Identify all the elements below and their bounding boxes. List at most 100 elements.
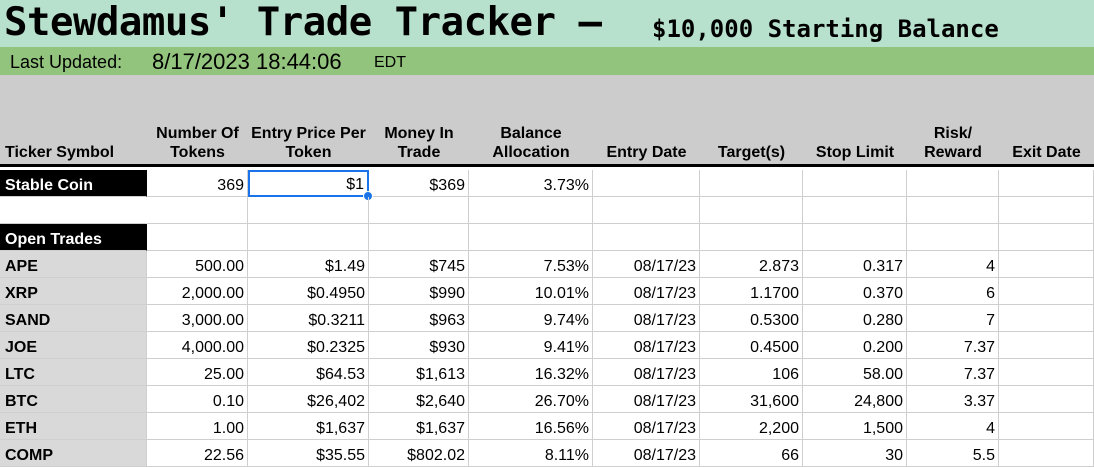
- cell-risk-reward[interactable]: 4: [907, 413, 999, 440]
- column-header-risk-reward[interactable]: Risk/ Reward: [907, 122, 999, 167]
- cell-ticker[interactable]: BTC: [0, 386, 147, 413]
- cell-tokens[interactable]: 4,000.00: [147, 332, 248, 359]
- cell-target[interactable]: 31,600: [700, 386, 803, 413]
- cell-exit-date[interactable]: [999, 224, 1094, 251]
- cell-money[interactable]: $745: [369, 251, 469, 278]
- cell-allocation[interactable]: 8.11%: [469, 440, 593, 467]
- cell-exit-date[interactable]: [999, 359, 1094, 386]
- cell-entry-date[interactable]: 08/17/23: [593, 359, 700, 386]
- cell-target[interactable]: 66: [700, 440, 803, 467]
- cell-risk-reward[interactable]: 6: [907, 278, 999, 305]
- cell-exit-date[interactable]: [999, 170, 1094, 197]
- cell-risk-reward[interactable]: 7.37: [907, 332, 999, 359]
- column-header-tokens[interactable]: Number Of Tokens: [147, 122, 248, 167]
- cell-entry-price[interactable]: $26,402: [248, 386, 369, 413]
- cell-exit-date[interactable]: [999, 413, 1094, 440]
- cell-stop[interactable]: 1,500: [803, 413, 907, 440]
- cell-entry-date[interactable]: [593, 170, 700, 197]
- cell-money[interactable]: $930: [369, 332, 469, 359]
- cell-tokens[interactable]: 2,000.00: [147, 278, 248, 305]
- cell-tokens[interactable]: 369: [147, 170, 248, 197]
- cell-tokens[interactable]: [147, 197, 248, 224]
- cell-stop[interactable]: [803, 224, 907, 251]
- cell-entry-price[interactable]: $0.2325: [248, 332, 369, 359]
- cell-entry-date[interactable]: 08/17/23: [593, 413, 700, 440]
- cell-risk-reward[interactable]: [907, 224, 999, 251]
- column-header-entry-price[interactable]: Entry Price Per Token: [248, 122, 369, 167]
- cell-entry-date[interactable]: 08/17/23: [593, 440, 700, 467]
- cell-exit-date[interactable]: [999, 386, 1094, 413]
- cell-ticker[interactable]: JOE: [0, 332, 147, 359]
- cell-entry-price[interactable]: $1.49: [248, 251, 369, 278]
- cell-allocation[interactable]: 10.01%: [469, 278, 593, 305]
- column-header-allocation[interactable]: Balance Allocation: [469, 122, 593, 167]
- cell-stop[interactable]: 0.317: [803, 251, 907, 278]
- cell-risk-reward[interactable]: 7: [907, 305, 999, 332]
- column-header-entry-date[interactable]: Entry Date: [593, 122, 700, 167]
- cell-money[interactable]: $963: [369, 305, 469, 332]
- cell-risk-reward[interactable]: [907, 197, 999, 224]
- cell-entry-price[interactable]: $0.3211: [248, 305, 369, 332]
- cell-money[interactable]: $1,637: [369, 413, 469, 440]
- cell-ticker[interactable]: [0, 197, 147, 224]
- column-header-ticker[interactable]: Ticker Symbol: [0, 122, 147, 167]
- cell-tokens[interactable]: 0.10: [147, 386, 248, 413]
- stable-coin-label[interactable]: Stable Coin: [0, 170, 147, 197]
- cell-entry-price[interactable]: [248, 197, 369, 224]
- cell-target[interactable]: 2,200: [700, 413, 803, 440]
- cell-target[interactable]: 0.5300: [700, 305, 803, 332]
- cell-tokens[interactable]: 22.56: [147, 440, 248, 467]
- cell-entry-date[interactable]: 08/17/23: [593, 386, 700, 413]
- cell-target[interactable]: 106: [700, 359, 803, 386]
- cell-allocation[interactable]: 9.74%: [469, 305, 593, 332]
- cell-entry-price-selected[interactable]: $1: [248, 170, 373, 201]
- cell-ticker[interactable]: ETH: [0, 413, 147, 440]
- cell-money[interactable]: [369, 224, 469, 251]
- cell-exit-date[interactable]: [999, 332, 1094, 359]
- cell-allocation[interactable]: 16.32%: [469, 359, 593, 386]
- cell-ticker[interactable]: XRP: [0, 278, 147, 305]
- cell-stop[interactable]: [803, 170, 907, 197]
- column-header-money[interactable]: Money In Trade: [369, 122, 469, 167]
- cell-exit-date[interactable]: [999, 251, 1094, 278]
- cell-allocation[interactable]: 26.70%: [469, 386, 593, 413]
- cell-entry-price[interactable]: $64.53: [248, 359, 369, 386]
- cell-exit-date[interactable]: [999, 197, 1094, 224]
- cell-stop[interactable]: [803, 197, 907, 224]
- cell-allocation[interactable]: 3.73%: [469, 170, 593, 197]
- cell-ticker[interactable]: SAND: [0, 305, 147, 332]
- cell-ticker[interactable]: APE: [0, 251, 147, 278]
- cell-ticker[interactable]: COMP: [0, 440, 147, 467]
- column-header-stop-limit[interactable]: Stop Limit: [803, 122, 907, 167]
- cell-allocation[interactable]: 16.56%: [469, 413, 593, 440]
- cell-entry-date[interactable]: [593, 197, 700, 224]
- cell-stop[interactable]: 58.00: [803, 359, 907, 386]
- cell-entry-price[interactable]: $1,637: [248, 413, 369, 440]
- cell-target[interactable]: 2.873: [700, 251, 803, 278]
- cell-stop[interactable]: 24,800: [803, 386, 907, 413]
- cell-stop[interactable]: 0.370: [803, 278, 907, 305]
- cell-stop[interactable]: 0.280: [803, 305, 907, 332]
- cell-tokens[interactable]: 500.00: [147, 251, 248, 278]
- column-header-targets[interactable]: Target(s): [700, 122, 803, 167]
- cell-entry-date[interactable]: 08/17/23: [593, 251, 700, 278]
- cell-entry-date[interactable]: [593, 224, 700, 251]
- cell-tokens[interactable]: 25.00: [147, 359, 248, 386]
- cell-money[interactable]: $1,613: [369, 359, 469, 386]
- cell-tokens[interactable]: [147, 224, 248, 251]
- cell-stop[interactable]: 0.200: [803, 332, 907, 359]
- cell-entry-price[interactable]: $35.55: [248, 440, 369, 467]
- cell-ticker[interactable]: LTC: [0, 359, 147, 386]
- cell-money[interactable]: $990: [369, 278, 469, 305]
- cell-entry-price[interactable]: [248, 224, 369, 251]
- cell-entry-price[interactable]: $0.4950: [248, 278, 369, 305]
- cell-allocation[interactable]: 9.41%: [469, 332, 593, 359]
- cell-target[interactable]: [700, 170, 803, 197]
- cell-stop[interactable]: 30: [803, 440, 907, 467]
- cell-risk-reward[interactable]: 5.5: [907, 440, 999, 467]
- cell-money[interactable]: $2,640: [369, 386, 469, 413]
- cell-target[interactable]: 0.4500: [700, 332, 803, 359]
- cell-tokens[interactable]: 3,000.00: [147, 305, 248, 332]
- cell-target[interactable]: 1.1700: [700, 278, 803, 305]
- cell-money[interactable]: [369, 197, 469, 224]
